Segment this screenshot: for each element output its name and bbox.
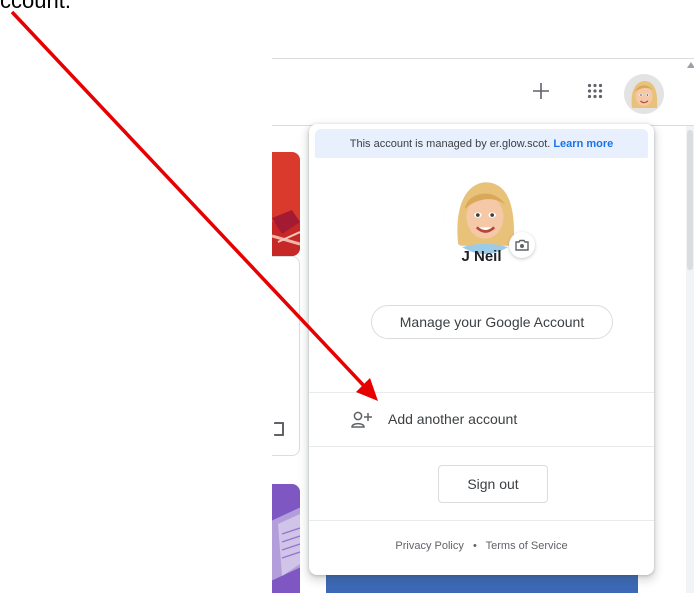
course-card-blue[interactable] [326,575,638,593]
managed-account-banner: This account is managed by er.glow.scot.… [315,129,648,158]
add-another-account-item[interactable]: Add another account [309,394,654,446]
terms-of-service-link[interactable]: Terms of Service [486,540,568,552]
account-avatar-button[interactable] [624,74,664,114]
card-decoration-graphic [272,210,300,246]
tutorial-caption: ccount. [0,0,71,13]
course-card-purple[interactable] [272,484,300,593]
account-name: J Neil [461,248,502,265]
person-add-icon [351,411,372,428]
popup-footer: Privacy Policy • Terms of Service [309,540,654,552]
managed-domain: er.glow.scot. [489,137,551,150]
privacy-policy-link[interactable]: Privacy Policy [395,540,463,552]
add-account-label: Add another account [388,411,518,427]
scroll-up-arrow[interactable] [687,62,694,68]
menu-divider [309,520,654,521]
menu-divider [309,446,654,447]
learn-more-link[interactable]: Learn more [553,138,613,150]
google-apps-button[interactable] [580,76,610,106]
apps-grid-icon [587,83,603,99]
plus-icon [533,83,549,99]
bitmoji-avatar-icon [624,74,664,114]
footer-separator: • [472,540,477,552]
card-decoration-graphic [278,514,300,576]
course-card-red[interactable] [272,152,300,256]
menu-divider [309,392,654,393]
create-button[interactable] [526,76,556,106]
managed-text: This account is managed by [349,137,487,150]
account-menu-popup: This account is managed by er.glow.scot.… [309,124,654,575]
folder-icon[interactable] [274,422,284,436]
sign-out-button[interactable]: Sign out [438,465,548,503]
manage-account-button[interactable]: Manage your Google Account [371,305,613,339]
scrollbar-thumb[interactable] [687,130,693,270]
